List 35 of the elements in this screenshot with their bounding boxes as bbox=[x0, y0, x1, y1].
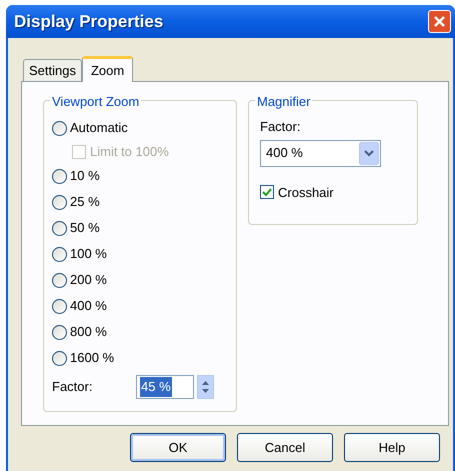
checkbox[interactable] bbox=[260, 185, 274, 200]
radio-label: 50 % bbox=[70, 219, 100, 238]
factor-label: Factor: bbox=[260, 118, 302, 136]
radio-button[interactable] bbox=[52, 120, 67, 136]
radio-label: Automatic bbox=[70, 119, 128, 138]
tab[interactable]: Settings bbox=[23, 59, 82, 81]
dialog-button[interactable]: OK bbox=[130, 433, 226, 462]
factor-label: Factor: bbox=[52, 378, 94, 396]
close-icon bbox=[433, 15, 446, 28]
radio-label: 1600 % bbox=[70, 349, 114, 368]
close-button[interactable] bbox=[428, 10, 451, 33]
checkbox-label: Limit to 100% bbox=[90, 143, 169, 162]
radio-label: 400 % bbox=[70, 297, 107, 316]
radio-button[interactable] bbox=[52, 194, 67, 210]
checkbox-label: Crosshair bbox=[278, 184, 334, 202]
window-title: Display Properties bbox=[14, 10, 164, 33]
factor-dropdown[interactable]: 400 % bbox=[260, 140, 381, 166]
radio-button[interactable] bbox=[52, 350, 67, 366]
tab[interactable]: Zoom bbox=[82, 56, 134, 82]
dialog-button[interactable]: Help bbox=[344, 433, 440, 462]
radio-button[interactable] bbox=[52, 272, 67, 288]
spin-button[interactable] bbox=[197, 375, 214, 399]
factor-field[interactable]: 45 % bbox=[136, 375, 194, 399]
radio-button[interactable] bbox=[52, 298, 67, 314]
radio-label: 200 % bbox=[70, 271, 107, 290]
radio-button[interactable] bbox=[52, 220, 67, 236]
radio-label: 100 % bbox=[70, 245, 107, 264]
radio-button[interactable] bbox=[52, 324, 67, 340]
radio-label: 25 % bbox=[70, 193, 100, 212]
radio-label: 10 % bbox=[70, 167, 100, 186]
dialog-button[interactable]: Cancel bbox=[237, 433, 333, 462]
radio-button[interactable] bbox=[52, 168, 67, 184]
up-down-arrows-icon bbox=[201, 379, 210, 395]
radio-button[interactable] bbox=[52, 246, 67, 262]
radio-label: 800 % bbox=[70, 323, 107, 342]
